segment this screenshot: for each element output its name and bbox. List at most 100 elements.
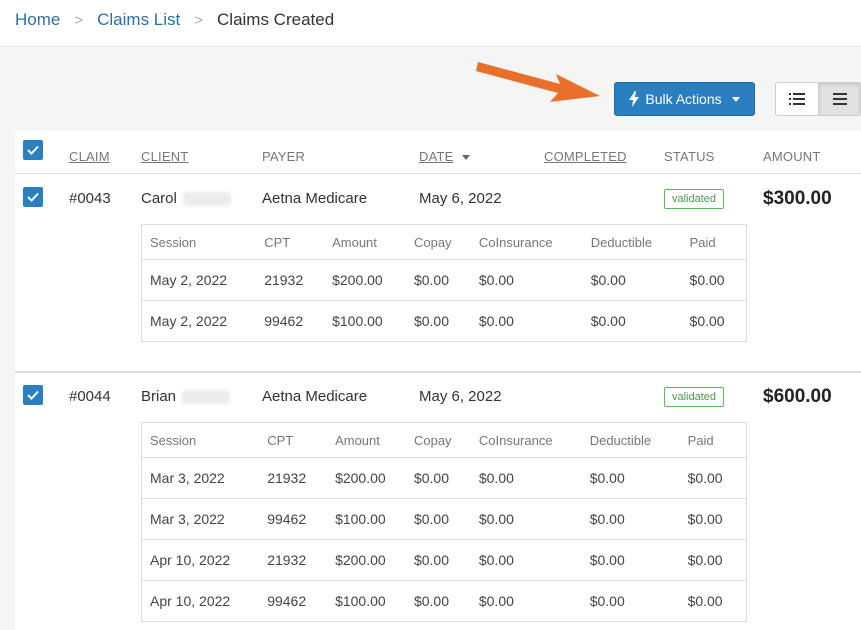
- table-header-row: CLAIM CLIENT PAYER DATE COMPLETED STATUS…: [15, 131, 861, 174]
- column-header-completed[interactable]: COMPLETED: [544, 149, 627, 164]
- claim-payer: Aetna Medicare: [262, 388, 368, 405]
- sessions-header-amount: Amount: [327, 422, 406, 458]
- column-header-date[interactable]: DATE: [419, 149, 470, 164]
- session-deductible: $0.00: [581, 498, 680, 540]
- sessions-header-copay: Copay: [405, 422, 471, 458]
- session-cpt: 21932: [259, 539, 328, 581]
- claim-date: May 6, 2022: [419, 388, 502, 405]
- sort-descending-icon: [461, 155, 470, 161]
- sessions-header-session: Session: [141, 224, 257, 260]
- session-row: May 2, 2022 21932 $200.00 $0.00 $0.00 $0…: [141, 259, 747, 301]
- session-paid: $0.00: [681, 259, 747, 301]
- session-amount: $100.00: [327, 498, 406, 540]
- sessions-header-cpt: CPT: [256, 224, 325, 260]
- sessions-header-deductible: Deductible: [582, 224, 682, 260]
- session-row: Mar 3, 2022 99462 $100.00 $0.00 $0.00 $0…: [141, 498, 747, 540]
- session-date: May 2, 2022: [141, 259, 257, 301]
- session-date: Mar 3, 2022: [141, 498, 260, 540]
- session-date: Mar 3, 2022: [141, 457, 260, 499]
- bulk-actions-label: Bulk Actions: [645, 91, 722, 107]
- session-copay: $0.00: [405, 259, 471, 301]
- sessions-header-row: Session CPT Amount Copay CoInsurance Ded…: [141, 422, 747, 458]
- claims-table: CLAIM CLIENT PAYER DATE COMPLETED STATUS…: [15, 131, 861, 630]
- select-all-checkbox[interactable]: [23, 140, 43, 160]
- breadcrumb-claims-list-link[interactable]: Claims List: [97, 10, 180, 30]
- session-cpt: 21932: [259, 457, 328, 499]
- checkmark-icon: [27, 192, 39, 202]
- breadcrumb-separator: >: [74, 11, 84, 29]
- session-amount: $200.00: [324, 259, 406, 301]
- claim-payer: Aetna Medicare: [262, 190, 368, 207]
- sessions-header-coinsurance: CoInsurance: [470, 422, 582, 458]
- session-cpt: 21932: [256, 259, 325, 301]
- session-row: Mar 3, 2022 21932 $200.00 $0.00 $0.00 $0…: [141, 457, 747, 499]
- status-badge: validated: [664, 387, 725, 407]
- claim-date: May 6, 2022: [419, 190, 502, 207]
- compact-view-button[interactable]: [818, 83, 860, 115]
- session-copay: $0.00: [413, 313, 450, 329]
- session-deductible: $0.00: [582, 259, 682, 301]
- session-deductible: $0.00: [581, 539, 680, 581]
- claim-id[interactable]: #0044: [69, 388, 111, 405]
- view-mode-toggle: [775, 82, 861, 116]
- sessions-header-amount: Amount: [324, 224, 406, 260]
- claim-amount: $600.00: [763, 386, 832, 407]
- status-badge: validated: [664, 189, 725, 209]
- claim-id[interactable]: #0043: [69, 190, 111, 207]
- claim-row: #0044 Brian Aetna Medicare May 6, 2022 v…: [15, 373, 861, 630]
- checkmark-icon: [27, 390, 39, 400]
- breadcrumb-home-link[interactable]: Home: [15, 10, 60, 30]
- session-date: Apr 10, 2022: [141, 539, 260, 581]
- claim-amount: $300.00: [763, 188, 832, 209]
- session-cpt: 99462: [259, 498, 328, 540]
- session-copay: $0.00: [413, 593, 450, 609]
- claim-row: #0043 Carol Aetna Medicare May 6, 2022 v…: [15, 175, 861, 371]
- column-header-amount: AMOUNT: [763, 149, 821, 164]
- sessions-table: Session CPT Amount Copay CoInsurance Ded…: [141, 422, 747, 622]
- session-date: May 2, 2022: [150, 313, 228, 329]
- bulk-actions-button[interactable]: Bulk Actions: [614, 82, 755, 116]
- session-deductible: $0.00: [590, 313, 626, 329]
- session-paid: $0.00: [687, 593, 723, 609]
- session-copay: $0.00: [405, 539, 471, 581]
- session-copay: $0.00: [405, 457, 471, 499]
- sessions-header-row: Session CPT Amount Copay CoInsurance Ded…: [141, 224, 747, 260]
- session-coinsurance: $0.00: [478, 593, 514, 609]
- session-amount: $100.00: [332, 313, 383, 329]
- column-header-payer: PAYER: [262, 149, 306, 164]
- session-row: May 2, 2022 99462 $100.00 $0.00 $0.00 $0…: [142, 301, 747, 342]
- chevron-down-icon: [731, 96, 740, 102]
- sessions-header-copay: Copay: [405, 224, 471, 260]
- column-header-status: STATUS: [664, 149, 715, 164]
- breadcrumb-current-page: Claims Created: [217, 10, 335, 29]
- session-amount: $100.00: [335, 593, 386, 609]
- breadcrumb: Home > Claims List > Claims Created: [15, 8, 334, 32]
- sessions-header-deductible: Deductible: [581, 422, 680, 458]
- sessions-table: Session CPT Amount Copay CoInsurance Ded…: [141, 224, 747, 342]
- list-view-button[interactable]: [776, 83, 818, 115]
- sessions-header-cpt: CPT: [259, 422, 328, 458]
- lightning-bolt-icon: [629, 91, 640, 107]
- claim-row-checkbox[interactable]: [23, 187, 43, 207]
- breadcrumb-separator: >: [194, 11, 204, 29]
- checkmark-icon: [27, 145, 39, 155]
- claim-client: Brian: [141, 388, 231, 405]
- column-header-claim[interactable]: CLAIM: [69, 149, 110, 164]
- session-paid: $0.00: [689, 313, 725, 329]
- claim-client: Carol: [141, 190, 231, 207]
- annotation-arrow-icon: [476, 62, 600, 102]
- redacted-last-name: [182, 192, 231, 207]
- session-paid: $0.00: [679, 498, 747, 540]
- sessions-header-coinsurance: CoInsurance: [470, 224, 583, 260]
- session-coinsurance: $0.00: [470, 457, 582, 499]
- session-amount: $200.00: [327, 457, 406, 499]
- session-amount: $200.00: [327, 539, 406, 581]
- redacted-last-name: [182, 390, 231, 405]
- claim-row-checkbox[interactable]: [23, 385, 43, 405]
- session-paid: $0.00: [679, 539, 747, 581]
- session-row: Apr 10, 2022 21932 $200.00 $0.00 $0.00 $…: [141, 539, 747, 581]
- client-first-name: Carol: [141, 190, 177, 207]
- session-paid: $0.00: [679, 457, 747, 499]
- column-header-client[interactable]: CLIENT: [141, 149, 188, 164]
- session-coinsurance: $0.00: [470, 539, 582, 581]
